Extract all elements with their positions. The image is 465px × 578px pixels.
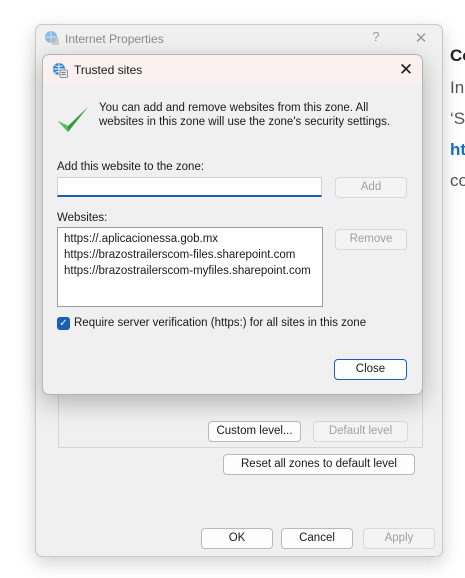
- dialog-title: Trusted sites: [74, 63, 143, 77]
- websites-label: Websites:: [57, 212, 108, 224]
- reset-all-zones-button[interactable]: Reset all zones to default level: [223, 454, 415, 475]
- checkmark-icon: [58, 107, 88, 132]
- ok-button[interactable]: OK: [201, 528, 273, 549]
- website-url-input[interactable]: [57, 177, 322, 197]
- remove-button[interactable]: Remove: [335, 229, 407, 250]
- internet-options-icon: [53, 63, 68, 78]
- close-icon[interactable]: ✕: [412, 29, 430, 47]
- window-title: Internet Properties: [65, 32, 164, 46]
- apply-button[interactable]: Apply: [363, 528, 435, 549]
- bg-text-fragment: ‘S: [450, 109, 465, 128]
- bg-text-fragment: co: [450, 171, 465, 190]
- bg-text-fragment: Co: [450, 46, 465, 65]
- bg-link-fragment[interactable]: ht: [450, 140, 465, 160]
- title-bar: Internet Properties ? ✕: [36, 25, 442, 53]
- add-website-label: Add this website to the zone:: [57, 161, 205, 173]
- custom-level-button[interactable]: Custom level...: [208, 421, 301, 442]
- require-https-checkbox[interactable]: ✓: [57, 317, 70, 330]
- trusted-sites-dialog: Trusted sites ✕ You can add and remove w…: [42, 54, 423, 395]
- require-https-label[interactable]: Require server verification (https:) for…: [74, 317, 366, 329]
- zone-info-text: You can add and remove websites from thi…: [99, 102, 391, 128]
- list-item[interactable]: https://brazostrailerscom-myfiles.sharep…: [64, 263, 316, 279]
- list-item[interactable]: https://brazostrailerscom-files.sharepoi…: [64, 247, 316, 263]
- cancel-button[interactable]: Cancel: [281, 528, 353, 549]
- internet-options-icon: [45, 31, 59, 45]
- default-level-button[interactable]: Default level: [313, 421, 408, 442]
- dialog-title-bar: Trusted sites ✕: [43, 55, 422, 85]
- close-button[interactable]: Close: [334, 359, 407, 380]
- add-button[interactable]: Add: [335, 177, 407, 198]
- close-icon[interactable]: ✕: [396, 60, 416, 80]
- websites-list[interactable]: https://.aplicacionessa.gob.mx https://b…: [57, 227, 323, 307]
- bg-text-fragment: In: [450, 78, 465, 97]
- help-icon[interactable]: ?: [367, 29, 385, 47]
- list-item[interactable]: https://.aplicacionessa.gob.mx: [64, 231, 316, 247]
